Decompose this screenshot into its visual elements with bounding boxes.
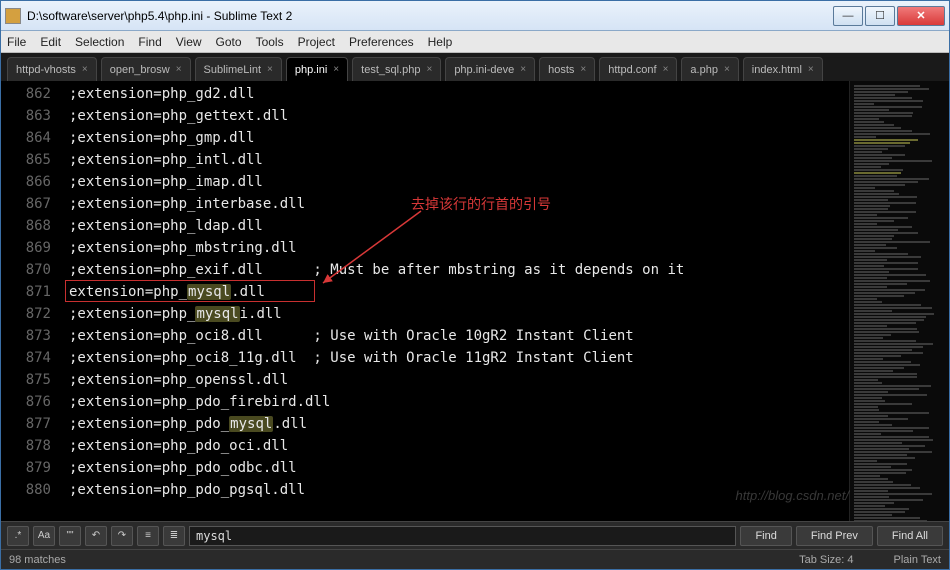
menu-project[interactable]: Project bbox=[298, 35, 335, 49]
tab-label: SublimeLint bbox=[204, 64, 261, 76]
menu-find[interactable]: Find bbox=[138, 35, 161, 49]
highlight-icon[interactable]: ≣ bbox=[163, 526, 185, 546]
tabbar: httpd-vhosts×open_brosw×SublimeLint×php.… bbox=[1, 53, 949, 81]
menu-file[interactable]: File bbox=[7, 35, 26, 49]
tab-label: php.ini bbox=[295, 64, 327, 76]
menu-tools[interactable]: Tools bbox=[256, 35, 284, 49]
regex-toggle-icon[interactable]: .* bbox=[7, 526, 29, 546]
tab-php-ini[interactable]: php.ini × bbox=[286, 57, 348, 81]
minimize-button[interactable]: — bbox=[833, 6, 863, 26]
code-line[interactable]: ;extension=php_pdo_pgsql.dll bbox=[69, 479, 849, 501]
code-line[interactable]: ;extension=php_intl.dll bbox=[69, 149, 849, 171]
code-line[interactable]: ;extension=php_oci8_11g.dll ; Use with O… bbox=[69, 347, 849, 369]
tab-close-icon[interactable]: × bbox=[724, 64, 730, 75]
menu-goto[interactable]: Goto bbox=[216, 35, 242, 49]
tab-open-brosw[interactable]: open_brosw × bbox=[101, 57, 191, 81]
code-line[interactable]: ;extension=php_gd2.dll bbox=[69, 83, 849, 105]
close-button[interactable]: ✕ bbox=[897, 6, 945, 26]
code-line[interactable]: ;extension=php_mbstring.dll bbox=[69, 237, 849, 259]
code-line[interactable]: ;extension=php_oci8.dll ; Use with Oracl… bbox=[69, 325, 849, 347]
code-line[interactable]: ;extension=php_imap.dll bbox=[69, 171, 849, 193]
tab-label: index.html bbox=[752, 64, 802, 76]
tab-hosts[interactable]: hosts × bbox=[539, 57, 595, 81]
menu-view[interactable]: View bbox=[176, 35, 202, 49]
status-matches: 98 matches bbox=[9, 554, 66, 566]
menu-preferences[interactable]: Preferences bbox=[349, 35, 414, 49]
code-line[interactable]: ;extension=php_pdo_mysql.dll bbox=[69, 413, 849, 435]
tab-close-icon[interactable]: × bbox=[580, 64, 586, 75]
tab-label: httpd-vhosts bbox=[16, 64, 76, 76]
code-line[interactable]: ;extension=php_gettext.dll bbox=[69, 105, 849, 127]
in-selection-icon[interactable]: ≡ bbox=[137, 526, 159, 546]
find-button[interactable]: Find bbox=[740, 526, 791, 546]
window-controls: — ☐ ✕ bbox=[833, 6, 945, 26]
titlebar[interactable]: D:\software\server\php5.4\php.ini - Subl… bbox=[1, 1, 949, 31]
tab-close-icon[interactable]: × bbox=[267, 64, 273, 75]
find-bar: .* Aa "" ↶ ↷ ≡ ≣ Find Find Prev Find All bbox=[1, 521, 949, 549]
line-gutter: 8628638648658668678688698708718728738748… bbox=[1, 81, 61, 521]
tab-label: a.php bbox=[690, 64, 718, 76]
code-line[interactable]: ;extension=php_exif.dll ; Must be after … bbox=[69, 259, 849, 281]
tab-close-icon[interactable]: × bbox=[176, 64, 182, 75]
code-line[interactable]: ;extension=php_pdo_firebird.dll bbox=[69, 391, 849, 413]
tab-label: httpd.conf bbox=[608, 64, 656, 76]
menu-help[interactable]: Help bbox=[428, 35, 453, 49]
status-syntax[interactable]: Plain Text bbox=[894, 554, 942, 566]
code-line[interactable]: ;extension=php_pdo_oci.dll bbox=[69, 435, 849, 457]
code-line[interactable]: ;extension=php_openssl.dll bbox=[69, 369, 849, 391]
tab-httpd-vhosts[interactable]: httpd-vhosts × bbox=[7, 57, 97, 81]
maximize-button[interactable]: ☐ bbox=[865, 6, 895, 26]
code-line[interactable]: ;extension=php_gmp.dll bbox=[69, 127, 849, 149]
tab-label: hosts bbox=[548, 64, 574, 76]
tab-close-icon[interactable]: × bbox=[663, 64, 669, 75]
statusbar: 98 matches Tab Size: 4 Plain Text bbox=[1, 549, 949, 569]
code-line[interactable]: ;extension=php_pdo_odbc.dll bbox=[69, 457, 849, 479]
tab-a-php[interactable]: a.php × bbox=[681, 57, 738, 81]
tab-index-html[interactable]: index.html × bbox=[743, 57, 823, 81]
tab-label: php.ini-deve bbox=[454, 64, 514, 76]
tab-httpd-conf[interactable]: httpd.conf × bbox=[599, 57, 677, 81]
tab-close-icon[interactable]: × bbox=[808, 64, 814, 75]
tab-test-sql-php[interactable]: test_sql.php × bbox=[352, 57, 441, 81]
editor-area: 8628638648658668678688698708718728738748… bbox=[1, 81, 949, 521]
tab-close-icon[interactable]: × bbox=[333, 64, 339, 75]
find-all-button[interactable]: Find All bbox=[877, 526, 943, 546]
whole-word-toggle-icon[interactable]: "" bbox=[59, 526, 81, 546]
find-input[interactable] bbox=[189, 526, 736, 546]
code-content[interactable]: ;extension=php_gd2.dll;extension=php_get… bbox=[61, 81, 849, 521]
app-icon bbox=[5, 8, 21, 24]
menubar: File Edit Selection Find View Goto Tools… bbox=[1, 31, 949, 53]
tab-label: test_sql.php bbox=[361, 64, 420, 76]
tab-label: open_brosw bbox=[110, 64, 170, 76]
wrap-icon[interactable]: ↷ bbox=[111, 526, 133, 546]
tab-close-icon[interactable]: × bbox=[426, 64, 432, 75]
tab-close-icon[interactable]: × bbox=[520, 64, 526, 75]
code-line[interactable]: ;extension=php_mysqli.dll bbox=[69, 303, 849, 325]
find-prev-button[interactable]: Find Prev bbox=[796, 526, 873, 546]
minimap[interactable] bbox=[849, 81, 949, 521]
app-window: D:\software\server\php5.4\php.ini - Subl… bbox=[0, 0, 950, 570]
status-tab-size[interactable]: Tab Size: 4 bbox=[799, 554, 853, 566]
menu-selection[interactable]: Selection bbox=[75, 35, 124, 49]
annotation-text: 去掉该行的行首的引号 bbox=[411, 193, 551, 215]
window-title: D:\software\server\php5.4\php.ini - Subl… bbox=[27, 9, 833, 23]
menu-edit[interactable]: Edit bbox=[40, 35, 61, 49]
code-line[interactable]: ;extension=php_ldap.dll bbox=[69, 215, 849, 237]
highlight-rectangle bbox=[65, 280, 315, 302]
case-toggle-icon[interactable]: Aa bbox=[33, 526, 55, 546]
tab-php-ini-deve[interactable]: php.ini-deve × bbox=[445, 57, 535, 81]
reverse-icon[interactable]: ↶ bbox=[85, 526, 107, 546]
tab-close-icon[interactable]: × bbox=[82, 64, 88, 75]
tab-sublimelint[interactable]: SublimeLint × bbox=[195, 57, 282, 81]
